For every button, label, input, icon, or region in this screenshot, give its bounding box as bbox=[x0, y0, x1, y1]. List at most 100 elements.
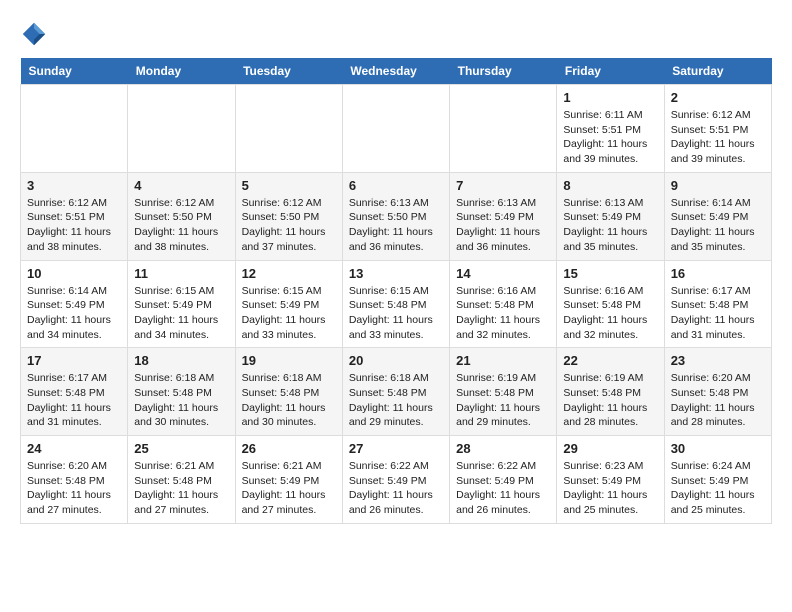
day-number: 21 bbox=[456, 353, 550, 368]
day-number: 10 bbox=[27, 266, 121, 281]
calendar-cell: 16 Sunrise: 6:17 AM Sunset: 5:48 PM Dayli… bbox=[664, 260, 771, 348]
calendar-cell: 4 Sunrise: 6:12 AM Sunset: 5:50 PM Daylig… bbox=[128, 172, 235, 260]
day-number: 20 bbox=[349, 353, 443, 368]
calendar-cell: 1Sunrise: 6:11 AM Sunset: 5:51 PM Daylig… bbox=[557, 85, 664, 173]
logo-icon bbox=[20, 20, 48, 48]
day-number: 17 bbox=[27, 353, 121, 368]
day-info: Sunrise: 6:17 AM Sunset: 5:48 PM Dayligh… bbox=[671, 284, 765, 343]
calendar-cell: 19 Sunrise: 6:18 AM Sunset: 5:48 PM Dayli… bbox=[235, 348, 342, 436]
day-info: Sunrise: 6:20 AM Sunset: 5:48 PM Dayligh… bbox=[671, 371, 765, 430]
calendar-cell bbox=[342, 85, 449, 173]
calendar-cell: 20 Sunrise: 6:18 AM Sunset: 5:48 PM Dayli… bbox=[342, 348, 449, 436]
day-info: Sunrise: 6:21 AM Sunset: 5:48 PM Dayligh… bbox=[134, 459, 228, 518]
day-info: Sunrise: 6:13 AM Sunset: 5:49 PM Dayligh… bbox=[563, 196, 657, 255]
day-info: Sunrise: 6:11 AM Sunset: 5:51 PM Dayligh… bbox=[563, 108, 657, 167]
day-number: 8 bbox=[563, 178, 657, 193]
calendar-cell bbox=[235, 85, 342, 173]
weekday-header: Saturday bbox=[664, 58, 771, 85]
day-number: 5 bbox=[242, 178, 336, 193]
day-info: Sunrise: 6:22 AM Sunset: 5:49 PM Dayligh… bbox=[456, 459, 550, 518]
day-number: 7 bbox=[456, 178, 550, 193]
day-info: Sunrise: 6:12 AM Sunset: 5:51 PM Dayligh… bbox=[27, 196, 121, 255]
day-number: 25 bbox=[134, 441, 228, 456]
calendar-table: SundayMondayTuesdayWednesdayThursdayFrid… bbox=[20, 58, 772, 524]
day-info: Sunrise: 6:12 AM Sunset: 5:51 PM Dayligh… bbox=[671, 108, 765, 167]
day-info: Sunrise: 6:18 AM Sunset: 5:48 PM Dayligh… bbox=[134, 371, 228, 430]
weekday-header: Wednesday bbox=[342, 58, 449, 85]
day-info: Sunrise: 6:23 AM Sunset: 5:49 PM Dayligh… bbox=[563, 459, 657, 518]
day-info: Sunrise: 6:21 AM Sunset: 5:49 PM Dayligh… bbox=[242, 459, 336, 518]
day-info: Sunrise: 6:17 AM Sunset: 5:48 PM Dayligh… bbox=[27, 371, 121, 430]
calendar-week-row: 3Sunrise: 6:12 AM Sunset: 5:51 PM Daylig… bbox=[21, 172, 772, 260]
weekday-header: Tuesday bbox=[235, 58, 342, 85]
day-info: Sunrise: 6:14 AM Sunset: 5:49 PM Dayligh… bbox=[671, 196, 765, 255]
day-info: Sunrise: 6:19 AM Sunset: 5:48 PM Dayligh… bbox=[563, 371, 657, 430]
calendar-cell: 8 Sunrise: 6:13 AM Sunset: 5:49 PM Daylig… bbox=[557, 172, 664, 260]
day-info: Sunrise: 6:12 AM Sunset: 5:50 PM Dayligh… bbox=[134, 196, 228, 255]
day-info: Sunrise: 6:18 AM Sunset: 5:48 PM Dayligh… bbox=[349, 371, 443, 430]
calendar-week-row: 17 Sunrise: 6:17 AM Sunset: 5:48 PM Dayli… bbox=[21, 348, 772, 436]
day-number: 14 bbox=[456, 266, 550, 281]
day-number: 16 bbox=[671, 266, 765, 281]
calendar-cell: 7 Sunrise: 6:13 AM Sunset: 5:49 PM Daylig… bbox=[450, 172, 557, 260]
logo bbox=[20, 20, 52, 48]
calendar-cell: 17 Sunrise: 6:17 AM Sunset: 5:48 PM Dayli… bbox=[21, 348, 128, 436]
weekday-header: Monday bbox=[128, 58, 235, 85]
day-number: 12 bbox=[242, 266, 336, 281]
day-number: 29 bbox=[563, 441, 657, 456]
calendar-cell: 10 Sunrise: 6:14 AM Sunset: 5:49 PM Dayli… bbox=[21, 260, 128, 348]
calendar-cell: 14 Sunrise: 6:16 AM Sunset: 5:48 PM Dayli… bbox=[450, 260, 557, 348]
day-number: 6 bbox=[349, 178, 443, 193]
day-number: 19 bbox=[242, 353, 336, 368]
calendar-cell: 22 Sunrise: 6:19 AM Sunset: 5:48 PM Dayli… bbox=[557, 348, 664, 436]
day-info: Sunrise: 6:15 AM Sunset: 5:49 PM Dayligh… bbox=[134, 284, 228, 343]
calendar-cell: 2 Sunrise: 6:12 AM Sunset: 5:51 PM Daylig… bbox=[664, 85, 771, 173]
calendar-cell: 23 Sunrise: 6:20 AM Sunset: 5:48 PM Dayli… bbox=[664, 348, 771, 436]
day-info: Sunrise: 6:12 AM Sunset: 5:50 PM Dayligh… bbox=[242, 196, 336, 255]
day-info: Sunrise: 6:16 AM Sunset: 5:48 PM Dayligh… bbox=[456, 284, 550, 343]
weekday-header: Friday bbox=[557, 58, 664, 85]
day-number: 23 bbox=[671, 353, 765, 368]
day-info: Sunrise: 6:13 AM Sunset: 5:49 PM Dayligh… bbox=[456, 196, 550, 255]
calendar-cell: 13 Sunrise: 6:15 AM Sunset: 5:48 PM Dayli… bbox=[342, 260, 449, 348]
calendar-week-row: 24Sunrise: 6:20 AM Sunset: 5:48 PM Dayli… bbox=[21, 436, 772, 524]
calendar-cell: 12 Sunrise: 6:15 AM Sunset: 5:49 PM Dayli… bbox=[235, 260, 342, 348]
day-number: 4 bbox=[134, 178, 228, 193]
calendar-cell: 6 Sunrise: 6:13 AM Sunset: 5:50 PM Daylig… bbox=[342, 172, 449, 260]
day-number: 18 bbox=[134, 353, 228, 368]
day-number: 26 bbox=[242, 441, 336, 456]
calendar-cell: 5 Sunrise: 6:12 AM Sunset: 5:50 PM Daylig… bbox=[235, 172, 342, 260]
calendar-cell: 25 Sunrise: 6:21 AM Sunset: 5:48 PM Dayli… bbox=[128, 436, 235, 524]
calendar-cell bbox=[21, 85, 128, 173]
calendar-cell: 9Sunrise: 6:14 AM Sunset: 5:49 PM Daylig… bbox=[664, 172, 771, 260]
day-number: 22 bbox=[563, 353, 657, 368]
day-number: 13 bbox=[349, 266, 443, 281]
weekday-header: Thursday bbox=[450, 58, 557, 85]
day-number: 30 bbox=[671, 441, 765, 456]
day-info: Sunrise: 6:22 AM Sunset: 5:49 PM Dayligh… bbox=[349, 459, 443, 518]
day-info: Sunrise: 6:15 AM Sunset: 5:49 PM Dayligh… bbox=[242, 284, 336, 343]
day-info: Sunrise: 6:18 AM Sunset: 5:48 PM Dayligh… bbox=[242, 371, 336, 430]
calendar-week-row: 10 Sunrise: 6:14 AM Sunset: 5:49 PM Dayli… bbox=[21, 260, 772, 348]
calendar-week-row: 1Sunrise: 6:11 AM Sunset: 5:51 PM Daylig… bbox=[21, 85, 772, 173]
day-info: Sunrise: 6:24 AM Sunset: 5:49 PM Dayligh… bbox=[671, 459, 765, 518]
day-number: 24 bbox=[27, 441, 121, 456]
day-number: 27 bbox=[349, 441, 443, 456]
day-info: Sunrise: 6:14 AM Sunset: 5:49 PM Dayligh… bbox=[27, 284, 121, 343]
day-info: Sunrise: 6:13 AM Sunset: 5:50 PM Dayligh… bbox=[349, 196, 443, 255]
calendar-cell: 24Sunrise: 6:20 AM Sunset: 5:48 PM Dayli… bbox=[21, 436, 128, 524]
day-info: Sunrise: 6:15 AM Sunset: 5:48 PM Dayligh… bbox=[349, 284, 443, 343]
day-number: 28 bbox=[456, 441, 550, 456]
calendar-cell: 15Sunrise: 6:16 AM Sunset: 5:48 PM Dayli… bbox=[557, 260, 664, 348]
day-number: 2 bbox=[671, 90, 765, 105]
calendar-cell: 18 Sunrise: 6:18 AM Sunset: 5:48 PM Dayli… bbox=[128, 348, 235, 436]
calendar-cell: 28 Sunrise: 6:22 AM Sunset: 5:49 PM Dayli… bbox=[450, 436, 557, 524]
page-header bbox=[20, 20, 772, 48]
calendar-cell: 21 Sunrise: 6:19 AM Sunset: 5:48 PM Dayli… bbox=[450, 348, 557, 436]
day-info: Sunrise: 6:16 AM Sunset: 5:48 PM Dayligh… bbox=[563, 284, 657, 343]
calendar-cell: 27 Sunrise: 6:22 AM Sunset: 5:49 PM Dayli… bbox=[342, 436, 449, 524]
day-number: 11 bbox=[134, 266, 228, 281]
calendar-cell: 11 Sunrise: 6:15 AM Sunset: 5:49 PM Dayli… bbox=[128, 260, 235, 348]
weekday-header-row: SundayMondayTuesdayWednesdayThursdayFrid… bbox=[21, 58, 772, 85]
day-info: Sunrise: 6:19 AM Sunset: 5:48 PM Dayligh… bbox=[456, 371, 550, 430]
